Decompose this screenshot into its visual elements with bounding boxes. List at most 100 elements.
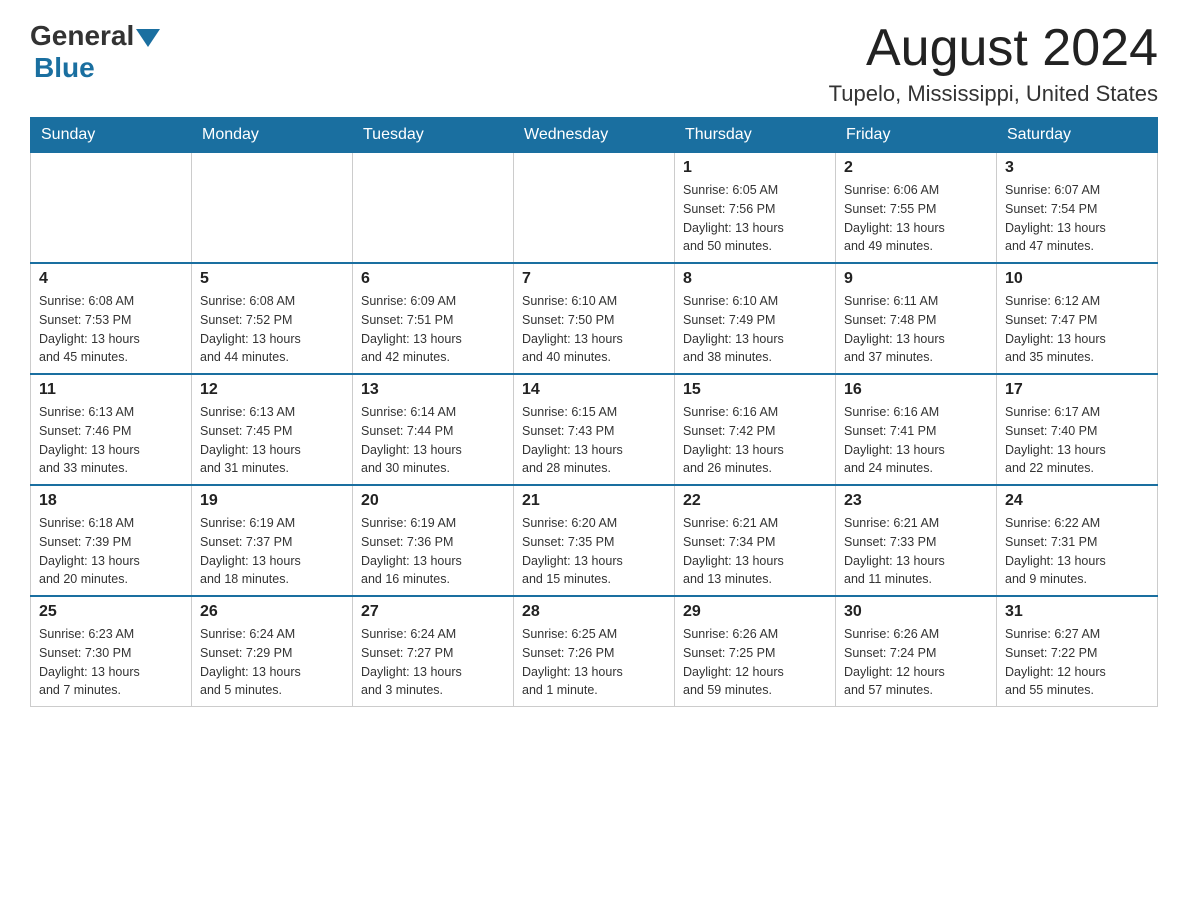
calendar-cell: 10Sunrise: 6:12 AMSunset: 7:47 PMDayligh… [997,263,1158,374]
day-number: 30 [844,603,988,621]
day-info: Sunrise: 6:14 AMSunset: 7:44 PMDaylight:… [361,403,505,478]
day-number: 8 [683,270,827,288]
day-info: Sunrise: 6:24 AMSunset: 7:29 PMDaylight:… [200,625,344,700]
calendar-week-1: 4 Sunrise: 6:08 AMSunset: 7:53 PMDaylight… [31,263,1158,374]
day-info: Sunrise: 6:15 AMSunset: 7:43 PMDaylight:… [522,403,666,478]
day-number: 21 [522,492,666,510]
calendar-cell [514,153,675,264]
day-number: 24 [1005,492,1149,510]
day-info: Sunrise: 6:19 AMSunset: 7:36 PMDaylight:… [361,514,505,589]
calendar-cell: 28 Sunrise: 6:25 AMSunset: 7:26 PMDayligh… [514,596,675,707]
calendar-cell: 9 Sunrise: 6:11 AMSunset: 7:48 PMDaylight… [836,263,997,374]
day-info: Sunrise: 6:21 AMSunset: 7:34 PMDaylight:… [683,514,827,589]
day-number: 6 [361,270,505,288]
title-area: August 2024 Tupelo, Mississippi, United … [829,20,1158,107]
day-info: Sunrise: 6:16 AMSunset: 7:42 PMDaylight:… [683,403,827,478]
day-number: 23 [844,492,988,510]
logo-arrow-icon [136,29,160,47]
day-number: 19 [200,492,344,510]
logo-general: General [30,20,134,52]
day-number: 28 [522,603,666,621]
calendar-cell: 11 Sunrise: 6:13 AMSunset: 7:46 PMDayligh… [31,374,192,485]
weekday-header-friday: Friday [836,118,997,153]
day-info: Sunrise: 6:20 AMSunset: 7:35 PMDaylight:… [522,514,666,589]
calendar-cell: 31Sunrise: 6:27 AMSunset: 7:22 PMDayligh… [997,596,1158,707]
calendar-week-3: 18 Sunrise: 6:18 AMSunset: 7:39 PMDayligh… [31,485,1158,596]
calendar-cell [192,153,353,264]
day-info: Sunrise: 6:26 AMSunset: 7:25 PMDaylight:… [683,625,827,700]
month-title: August 2024 [829,20,1158,77]
day-info: Sunrise: 6:08 AMSunset: 7:53 PMDaylight:… [39,292,183,367]
calendar-cell: 23Sunrise: 6:21 AMSunset: 7:33 PMDayligh… [836,485,997,596]
day-number: 27 [361,603,505,621]
day-number: 14 [522,381,666,399]
day-info: Sunrise: 6:07 AMSunset: 7:54 PMDaylight:… [1005,181,1149,256]
calendar-cell: 19 Sunrise: 6:19 AMSunset: 7:37 PMDayligh… [192,485,353,596]
day-number: 10 [1005,270,1149,288]
day-info: Sunrise: 6:26 AMSunset: 7:24 PMDaylight:… [844,625,988,700]
weekday-header-thursday: Thursday [675,118,836,153]
day-number: 25 [39,603,183,621]
calendar-cell: 18 Sunrise: 6:18 AMSunset: 7:39 PMDayligh… [31,485,192,596]
calendar-cell: 30 Sunrise: 6:26 AMSunset: 7:24 PMDayligh… [836,596,997,707]
day-info: Sunrise: 6:13 AMSunset: 7:46 PMDaylight:… [39,403,183,478]
day-number: 7 [522,270,666,288]
logo: General Blue [30,20,160,84]
location: Tupelo, Mississippi, United States [829,81,1158,107]
calendar-cell: 25Sunrise: 6:23 AMSunset: 7:30 PMDayligh… [31,596,192,707]
calendar-week-4: 25Sunrise: 6:23 AMSunset: 7:30 PMDayligh… [31,596,1158,707]
day-number: 26 [200,603,344,621]
calendar-cell: 29 Sunrise: 6:26 AMSunset: 7:25 PMDayligh… [675,596,836,707]
calendar-body: 1 Sunrise: 6:05 AMSunset: 7:56 PMDaylight… [31,153,1158,707]
day-info: Sunrise: 6:18 AMSunset: 7:39 PMDaylight:… [39,514,183,589]
day-number: 15 [683,381,827,399]
day-number: 11 [39,381,183,399]
calendar-week-0: 1 Sunrise: 6:05 AMSunset: 7:56 PMDaylight… [31,153,1158,264]
day-info: Sunrise: 6:05 AMSunset: 7:56 PMDaylight:… [683,181,827,256]
weekday-header-wednesday: Wednesday [514,118,675,153]
calendar-cell: 22Sunrise: 6:21 AMSunset: 7:34 PMDayligh… [675,485,836,596]
weekday-header-monday: Monday [192,118,353,153]
weekday-header-tuesday: Tuesday [353,118,514,153]
day-info: Sunrise: 6:24 AMSunset: 7:27 PMDaylight:… [361,625,505,700]
day-info: Sunrise: 6:11 AMSunset: 7:48 PMDaylight:… [844,292,988,367]
day-number: 20 [361,492,505,510]
calendar-cell: 24Sunrise: 6:22 AMSunset: 7:31 PMDayligh… [997,485,1158,596]
day-info: Sunrise: 6:17 AMSunset: 7:40 PMDaylight:… [1005,403,1149,478]
day-number: 18 [39,492,183,510]
day-number: 17 [1005,381,1149,399]
calendar-cell: 4 Sunrise: 6:08 AMSunset: 7:53 PMDaylight… [31,263,192,374]
calendar-cell: 14 Sunrise: 6:15 AMSunset: 7:43 PMDayligh… [514,374,675,485]
day-number: 5 [200,270,344,288]
day-number: 31 [1005,603,1149,621]
day-info: Sunrise: 6:25 AMSunset: 7:26 PMDaylight:… [522,625,666,700]
calendar-cell: 7 Sunrise: 6:10 AMSunset: 7:50 PMDaylight… [514,263,675,374]
weekday-header-saturday: Saturday [997,118,1158,153]
calendar-cell: 26 Sunrise: 6:24 AMSunset: 7:29 PMDayligh… [192,596,353,707]
calendar-cell: 15 Sunrise: 6:16 AMSunset: 7:42 PMDayligh… [675,374,836,485]
day-number: 13 [361,381,505,399]
day-info: Sunrise: 6:10 AMSunset: 7:50 PMDaylight:… [522,292,666,367]
day-info: Sunrise: 6:19 AMSunset: 7:37 PMDaylight:… [200,514,344,589]
weekday-header-sunday: Sunday [31,118,192,153]
day-info: Sunrise: 6:13 AMSunset: 7:45 PMDaylight:… [200,403,344,478]
day-info: Sunrise: 6:10 AMSunset: 7:49 PMDaylight:… [683,292,827,367]
calendar-week-2: 11 Sunrise: 6:13 AMSunset: 7:46 PMDayligh… [31,374,1158,485]
calendar-cell: 2Sunrise: 6:06 AMSunset: 7:55 PMDaylight… [836,153,997,264]
day-number: 16 [844,381,988,399]
calendar-cell [31,153,192,264]
day-number: 1 [683,159,827,177]
day-number: 9 [844,270,988,288]
calendar-cell: 12 Sunrise: 6:13 AMSunset: 7:45 PMDayligh… [192,374,353,485]
logo-blue: Blue [30,52,95,84]
calendar-cell: 27 Sunrise: 6:24 AMSunset: 7:27 PMDayligh… [353,596,514,707]
day-info: Sunrise: 6:16 AMSunset: 7:41 PMDaylight:… [844,403,988,478]
calendar-cell: 6Sunrise: 6:09 AMSunset: 7:51 PMDaylight… [353,263,514,374]
day-number: 29 [683,603,827,621]
calendar-cell: 21 Sunrise: 6:20 AMSunset: 7:35 PMDayligh… [514,485,675,596]
day-number: 4 [39,270,183,288]
day-number: 12 [200,381,344,399]
calendar-cell [353,153,514,264]
calendar-cell: 8 Sunrise: 6:10 AMSunset: 7:49 PMDaylight… [675,263,836,374]
calendar-cell: 20 Sunrise: 6:19 AMSunset: 7:36 PMDayligh… [353,485,514,596]
